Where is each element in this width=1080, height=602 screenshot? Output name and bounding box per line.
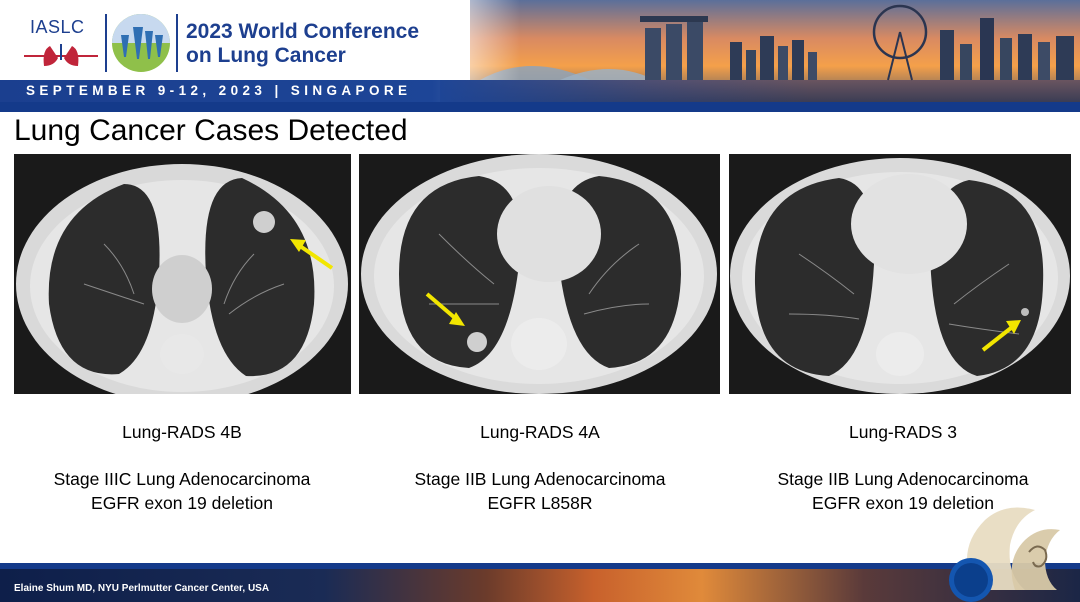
case-3-lung-rads: Lung-RADS 3 bbox=[849, 422, 957, 442]
iaslc-logo-text: IASLC bbox=[30, 17, 85, 37]
case-1-details: Stage IIIC Lung Adenocarcinoma EGFR exon… bbox=[2, 467, 362, 515]
presenter-credit: Elaine Shum MD, NYU Perlmutter Cancer Ce… bbox=[14, 583, 270, 594]
wclc-supertree-logo-icon bbox=[112, 14, 170, 72]
case-1-mutation: EGFR exon 19 deletion bbox=[91, 493, 273, 513]
case-1-lung-rads: Lung-RADS 4B bbox=[122, 422, 242, 442]
conference-title: 2023 World Conference on Lung Cancer bbox=[186, 20, 419, 68]
conference-banner: IASLC 2023 World Conference on Lung Canc… bbox=[0, 0, 1080, 114]
iaslc-lungs-logo-icon bbox=[24, 44, 98, 66]
case-2-stage: Stage IIB Lung Adenocarcinoma bbox=[414, 469, 666, 489]
slide-title: Lung Cancer Cases Detected bbox=[14, 114, 408, 147]
conference-dates-location: SEPTEMBER 9-12, 2023 | SINGAPORE bbox=[26, 83, 412, 98]
case-2-lung-rads: Lung-RADS 4A bbox=[480, 422, 600, 442]
conference-title-line2: on Lung Cancer bbox=[186, 44, 346, 67]
ct-scan-graphic bbox=[729, 154, 1071, 394]
case-2-mutation: EGFR L858R bbox=[487, 493, 593, 513]
ct-scan-image-3 bbox=[729, 154, 1071, 394]
conference-title-line1: 2023 World Conference bbox=[186, 20, 420, 43]
merlion-logo-icon bbox=[949, 507, 1060, 602]
case-3-stage: Stage IIB Lung Adenocarcinoma bbox=[777, 469, 1029, 489]
ct-scan-image-2 bbox=[359, 154, 720, 394]
ct-scan-graphic bbox=[14, 154, 351, 394]
ct-scan-image-1 bbox=[14, 154, 351, 394]
case-2-details: Stage IIB Lung Adenocarcinoma EGFR L858R bbox=[360, 467, 720, 515]
ct-scan-graphic bbox=[359, 154, 720, 394]
header-divider bbox=[105, 14, 107, 72]
header-rule bbox=[0, 102, 1080, 112]
header-divider bbox=[176, 14, 178, 72]
case-1-stage: Stage IIIC Lung Adenocarcinoma bbox=[53, 469, 311, 489]
